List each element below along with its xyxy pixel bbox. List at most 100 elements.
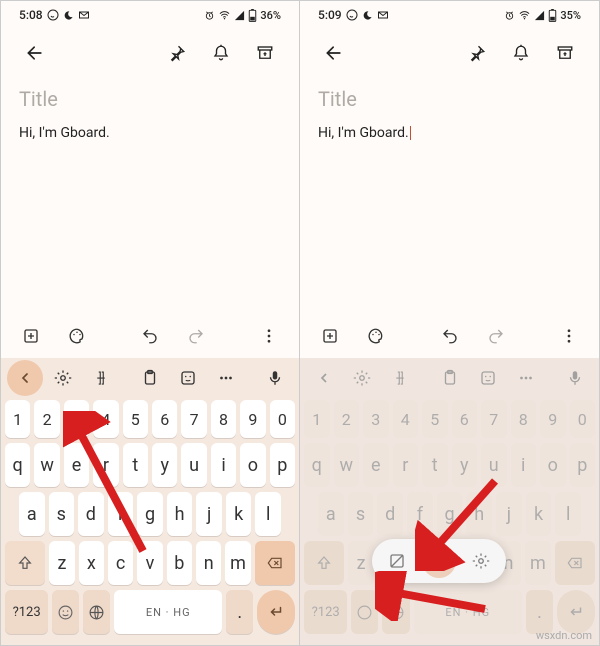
key-u[interactable]: u (481, 443, 507, 487)
reminder-button[interactable] (203, 35, 239, 71)
reminder-button[interactable] (503, 35, 539, 71)
key-h[interactable]: h (466, 492, 492, 536)
key-w[interactable]: w (334, 443, 360, 487)
key-r[interactable]: r (393, 443, 419, 487)
add-button[interactable] (13, 318, 49, 354)
key-s[interactable]: s (49, 492, 75, 536)
language-key[interactable] (382, 590, 409, 634)
key-1[interactable]: 1 (304, 400, 330, 438)
more-icon[interactable] (508, 360, 544, 396)
key-s[interactable]: s (348, 492, 374, 536)
key-y[interactable]: y (152, 443, 177, 487)
key-5[interactable]: 5 (422, 400, 448, 438)
mic-icon[interactable] (557, 360, 593, 396)
key-1[interactable]: 1 (5, 400, 30, 438)
key-l[interactable]: l (255, 492, 281, 536)
shift-key[interactable] (5, 541, 45, 585)
key-z[interactable]: z (49, 541, 74, 585)
shift-key[interactable] (304, 541, 344, 585)
mic-icon[interactable] (257, 360, 293, 396)
key-7[interactable]: 7 (181, 400, 206, 438)
enter-key[interactable] (557, 590, 595, 634)
key-k[interactable]: k (226, 492, 252, 536)
note-body[interactable]: Hi, I'm Gboard. (19, 125, 281, 141)
key-u[interactable]: u (181, 443, 206, 487)
back-button[interactable] (316, 35, 352, 71)
popup-emoji-icon[interactable] (422, 544, 456, 578)
key-d[interactable]: d (377, 492, 403, 536)
collapse-icon[interactable] (7, 360, 43, 396)
key-f[interactable]: f (108, 492, 134, 536)
key-p[interactable]: p (270, 443, 295, 487)
key-6[interactable]: 6 (452, 400, 478, 438)
key-n[interactable]: n (196, 541, 221, 585)
key-g[interactable]: g (437, 492, 463, 536)
key-8[interactable]: 8 (511, 400, 537, 438)
key-r[interactable]: r (93, 443, 118, 487)
key-c[interactable]: c (108, 541, 133, 585)
key-8[interactable]: 8 (211, 400, 236, 438)
backspace-key[interactable] (555, 541, 595, 585)
spacebar[interactable]: EN · HG (114, 590, 222, 634)
key-0[interactable]: 0 (270, 400, 295, 438)
key-z[interactable]: z (348, 541, 373, 585)
undo-button[interactable] (432, 318, 468, 354)
key-d[interactable]: d (78, 492, 104, 536)
key-y[interactable]: y (452, 443, 478, 487)
pin-button[interactable] (459, 35, 495, 71)
text-cursor-icon[interactable] (83, 360, 119, 396)
key-9[interactable]: 9 (240, 400, 265, 438)
pin-button[interactable] (159, 35, 195, 71)
key-3[interactable]: 3 (363, 400, 389, 438)
more-button[interactable] (551, 318, 587, 354)
archive-button[interactable] (247, 35, 283, 71)
key-6[interactable]: 6 (152, 400, 177, 438)
redo-button[interactable] (178, 318, 214, 354)
key-v[interactable]: v (137, 541, 162, 585)
period-key[interactable]: . (226, 590, 253, 634)
key-p[interactable]: p (570, 443, 596, 487)
key-x[interactable]: x (79, 541, 104, 585)
key-b[interactable]: b (167, 541, 192, 585)
key-t[interactable]: t (123, 443, 148, 487)
period-key[interactable]: . (526, 590, 553, 634)
key-a[interactable]: a (318, 492, 344, 536)
key-m[interactable]: m (225, 541, 250, 585)
palette-button[interactable] (59, 318, 95, 354)
key-7[interactable]: 7 (481, 400, 507, 438)
key-o[interactable]: o (240, 443, 265, 487)
note-body[interactable]: Hi, I'm Gboard. (318, 125, 581, 141)
key-g[interactable]: g (137, 492, 163, 536)
undo-button[interactable] (132, 318, 168, 354)
language-key[interactable] (83, 590, 110, 634)
add-button[interactable] (312, 318, 348, 354)
enter-key[interactable] (257, 590, 295, 634)
note-editor[interactable]: Title Hi, I'm Gboard. (300, 77, 599, 314)
popup-text-icon[interactable] (380, 544, 414, 578)
key-2[interactable]: 2 (34, 400, 59, 438)
title-field[interactable]: Title (318, 87, 581, 111)
gear-icon[interactable] (344, 360, 380, 396)
symbols-key[interactable]: ?123 (5, 590, 48, 634)
back-button[interactable] (17, 35, 53, 71)
key-2[interactable]: 2 (334, 400, 360, 438)
key-4[interactable]: 4 (93, 400, 118, 438)
more-button[interactable] (251, 318, 287, 354)
key-t[interactable]: t (422, 443, 448, 487)
sticker-icon[interactable] (470, 360, 506, 396)
popup-gear-icon[interactable] (464, 544, 498, 578)
key-3[interactable]: 3 (64, 400, 89, 438)
key-e[interactable]: e (64, 443, 89, 487)
collapse-icon[interactable] (306, 360, 342, 396)
key-m[interactable]: m (525, 541, 550, 585)
symbols-key[interactable]: ?123 (304, 590, 347, 634)
palette-button[interactable] (358, 318, 394, 354)
key-j[interactable]: j (196, 492, 222, 536)
text-cursor-icon[interactable] (382, 360, 418, 396)
key-j[interactable]: j (496, 492, 522, 536)
key-i[interactable]: i (211, 443, 236, 487)
key-l[interactable]: l (555, 492, 581, 536)
key-e[interactable]: e (363, 443, 389, 487)
sticker-icon[interactable] (170, 360, 206, 396)
key-4[interactable]: 4 (393, 400, 419, 438)
